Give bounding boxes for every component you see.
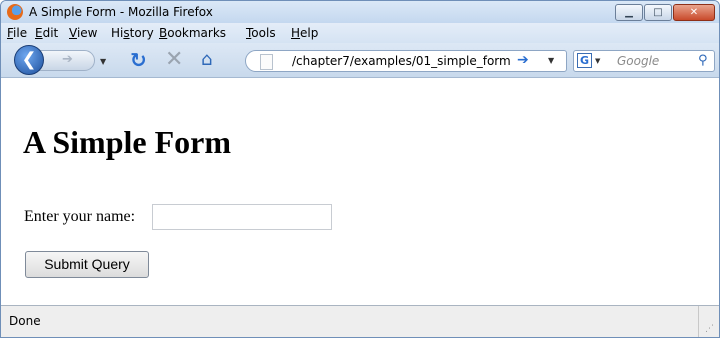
- go-arrow-icon[interactable]: ➔: [517, 52, 529, 68]
- status-bar: Done ⋰: [1, 305, 719, 337]
- search-engine-icon[interactable]: G: [577, 53, 592, 68]
- history-dropdown-icon[interactable]: ▼: [100, 57, 106, 66]
- reload-icon[interactable]: ↻: [130, 50, 147, 70]
- submit-button[interactable]: Submit Query: [25, 251, 149, 278]
- firefox-logo-icon: [7, 4, 23, 20]
- home-icon[interactable]: ⌂: [201, 51, 212, 69]
- page-content: A Simple Form Enter your name: Submit Qu…: [1, 78, 719, 305]
- url-bar[interactable]: /chapter7/examples/01_simple_form ➔ ▼: [245, 50, 567, 72]
- menu-edit[interactable]: Edit: [35, 26, 58, 40]
- navigation-toolbar: ➔ ❮ ▼ ↻ ✕ ⌂ /chapter7/examples/01_simple…: [1, 43, 719, 78]
- forward-button[interactable]: ➔: [39, 50, 95, 71]
- minimize-button[interactable]: ▁: [615, 4, 643, 21]
- menu-help[interactable]: Help: [291, 26, 318, 40]
- menu-bookmarks[interactable]: Bookmarks: [159, 26, 226, 40]
- maximize-button[interactable]: □: [644, 4, 672, 21]
- browser-window: A Simple Form - Mozilla Firefox ▁ □ ✕ Fi…: [0, 0, 720, 338]
- url-text[interactable]: /chapter7/examples/01_simple_form: [292, 54, 512, 68]
- resize-grip-icon[interactable]: ⋰: [705, 324, 714, 334]
- menu-bar: File Edit View History Bookmarks Tools H…: [1, 23, 719, 62]
- back-button[interactable]: ❮: [14, 45, 44, 75]
- title-bar: A Simple Form - Mozilla Firefox ▁ □ ✕: [1, 1, 719, 23]
- name-label: Enter your name:: [24, 208, 136, 225]
- stop-icon[interactable]: ✕: [165, 49, 183, 71]
- magnifier-icon[interactable]: ⚲: [698, 53, 708, 68]
- menu-history[interactable]: History: [111, 26, 154, 40]
- menu-tools[interactable]: Tools: [246, 26, 276, 40]
- search-bar[interactable]: G ▼ Google ⚲: [573, 50, 715, 72]
- name-input[interactable]: [152, 204, 332, 230]
- page-icon: [260, 54, 273, 70]
- menu-view[interactable]: View: [69, 26, 97, 40]
- forward-arrow-icon: ➔: [62, 52, 73, 67]
- window-title: A Simple Form - Mozilla Firefox: [29, 5, 213, 19]
- url-dropdown-icon[interactable]: ▼: [548, 56, 554, 65]
- menu-file[interactable]: File: [7, 26, 27, 40]
- engine-dropdown-icon[interactable]: ▼: [595, 57, 600, 65]
- search-input[interactable]: Google: [617, 54, 659, 68]
- back-arrow-icon: ❮: [21, 49, 37, 70]
- page-heading: A Simple Form: [23, 124, 231, 160]
- status-divider: [698, 306, 699, 337]
- status-text: Done: [9, 314, 41, 328]
- close-button[interactable]: ✕: [673, 4, 715, 21]
